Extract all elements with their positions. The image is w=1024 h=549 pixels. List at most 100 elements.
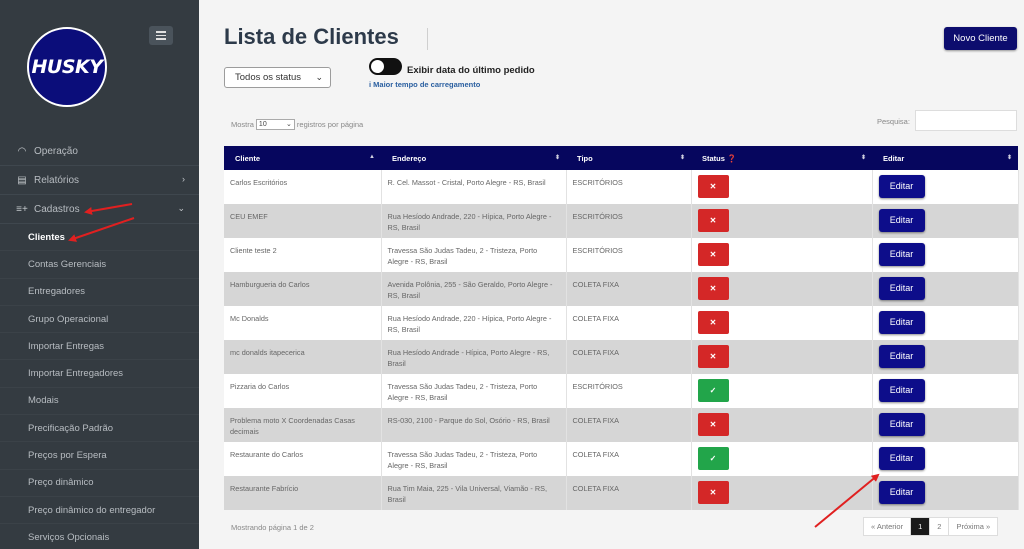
last-order-toggle-label: Exibir data do último pedido bbox=[407, 65, 535, 76]
cell-editar: Editar bbox=[872, 442, 1019, 476]
status-filter-select[interactable]: Todos os status ⌄ bbox=[224, 67, 331, 88]
status-filter-value: Todos os status bbox=[235, 72, 302, 83]
pagination: « Anterior 1 2 Próxima » bbox=[863, 517, 999, 536]
cell-editar: Editar bbox=[872, 476, 1019, 510]
sidebar-subitem-importar-entregadores[interactable]: Importar Entregadores bbox=[0, 360, 199, 388]
new-client-button[interactable]: Novo Cliente bbox=[944, 27, 1017, 50]
report-icon: ▤ bbox=[17, 174, 27, 186]
column-header-cliente[interactable]: Cliente ▲ bbox=[224, 146, 381, 170]
sort-icon: ⬍ bbox=[554, 155, 560, 161]
sort-asc-icon: ▲ bbox=[369, 154, 375, 160]
sidebar-subitem-entregadores[interactable]: Entregadores bbox=[0, 279, 199, 306]
status-toggle-button[interactable]: ✕ bbox=[697, 243, 729, 266]
logo-text: HUSKY bbox=[31, 56, 104, 78]
cell-endereco: Rua Hesíodo Andrade, 220 - Hípica, Porto… bbox=[381, 306, 567, 340]
edit-button[interactable]: Editar bbox=[878, 277, 925, 300]
sidebar-item-cadastros[interactable]: ≡+ Cadastros ⌄ bbox=[0, 195, 199, 224]
edit-button[interactable]: Editar bbox=[878, 311, 925, 334]
cell-editar: Editar bbox=[872, 340, 1019, 374]
pagination-prev-button[interactable]: « Anterior bbox=[864, 518, 912, 535]
menu-toggle-button[interactable] bbox=[149, 26, 173, 45]
sidebar-subitem-precificacao-padrao[interactable]: Precificação Padrão bbox=[0, 415, 199, 443]
cell-status: ✕ bbox=[691, 170, 873, 204]
edit-button[interactable]: Editar bbox=[878, 413, 925, 436]
husky-logo[interactable]: HUSKY bbox=[27, 27, 107, 107]
column-header-tipo[interactable]: Tipo ⬍ bbox=[566, 146, 691, 170]
sidebar-subitem-preco-dinamico[interactable]: Preço dinâmico bbox=[0, 470, 199, 497]
clients-table: Cliente ▲ Endereço ⬍ Tipo ⬍ Status ❓ ⬍ Edita… bbox=[224, 146, 1019, 510]
status-toggle-button[interactable]: ✕ bbox=[697, 175, 729, 198]
sidebar-subitem-precos-por-espera[interactable]: Preços por Espera bbox=[0, 442, 199, 470]
status-toggle-button[interactable]: ✕ bbox=[697, 481, 729, 504]
sidebar-item-label: Operação bbox=[34, 145, 78, 157]
sidebar-subitem-contas-gerenciais[interactable]: Contas Gerenciais bbox=[0, 251, 199, 279]
sidebar-item-operacao[interactable]: ◠ Operação bbox=[0, 137, 199, 166]
cell-status: ✓ bbox=[691, 374, 873, 408]
status-toggle-button[interactable]: ✕ bbox=[697, 311, 729, 334]
sidebar-subitem-grupo-operacional[interactable]: Grupo Operacional bbox=[0, 306, 199, 334]
cell-cliente: Cliente teste 2 bbox=[224, 238, 382, 272]
edit-button[interactable]: Editar bbox=[878, 175, 925, 198]
table-row: Mc Donalds Rua Hesíodo Andrade, 220 - Hí… bbox=[224, 306, 1019, 340]
cell-endereco: Travessa São Judas Tadeu, 2 - Tristeza, … bbox=[381, 442, 567, 476]
edit-button[interactable]: Editar bbox=[878, 379, 925, 402]
sidebar-subitem-clientes[interactable]: Clientes bbox=[0, 224, 199, 252]
hamburger-icon-line bbox=[156, 34, 166, 37]
cell-cliente: Hamburgueria do Carlos bbox=[224, 272, 382, 306]
pagination-next-button[interactable]: Próxima » bbox=[949, 518, 997, 535]
status-toggle-button[interactable]: ✕ bbox=[697, 345, 729, 368]
sidebar-subitem-servicos-opcionais[interactable]: Serviços Opcionais bbox=[0, 524, 199, 549]
cell-endereco: R. Cel. Massot - Cristal, Porto Alegre -… bbox=[381, 170, 567, 204]
cell-endereco: Rua Hesíodo Andrade, 220 - Hípica, Porto… bbox=[381, 204, 567, 238]
hamburger-icon bbox=[156, 31, 166, 33]
search-input[interactable] bbox=[915, 110, 1017, 131]
status-toggle-button[interactable]: ✕ bbox=[697, 277, 729, 300]
cell-tipo: ESCRITÓRIOS bbox=[566, 374, 692, 408]
table-row: Carlos Escritórios R. Cel. Massot - Cris… bbox=[224, 170, 1019, 204]
sidebar-subitem-modais[interactable]: Modais bbox=[0, 388, 199, 416]
edit-button[interactable]: Editar bbox=[878, 481, 925, 504]
last-order-toggle[interactable] bbox=[369, 58, 402, 75]
cell-status: ✕ bbox=[691, 408, 873, 442]
edit-button[interactable]: Editar bbox=[878, 209, 925, 232]
cell-editar: Editar bbox=[872, 272, 1019, 306]
cell-cliente: Carlos Escritórios bbox=[224, 170, 382, 204]
sidebar-subitem-importar-entregas[interactable]: Importar Entregas bbox=[0, 333, 199, 361]
chevron-down-icon: ⌄ bbox=[286, 121, 292, 128]
column-header-status[interactable]: Status ❓ ⬍ bbox=[691, 146, 872, 170]
edit-button[interactable]: Editar bbox=[878, 345, 925, 368]
edit-button[interactable]: Editar bbox=[878, 447, 925, 470]
cell-editar: Editar bbox=[872, 238, 1019, 272]
cell-editar: Editar bbox=[872, 204, 1019, 238]
cell-status: ✕ bbox=[691, 306, 873, 340]
column-header-label: Tipo bbox=[577, 153, 593, 163]
status-toggle-button[interactable]: ✓ bbox=[697, 447, 729, 470]
sidebar-item-relatorios[interactable]: ▤ Relatórios › bbox=[0, 166, 199, 195]
cell-status: ✕ bbox=[691, 340, 873, 374]
sidebar-subitem-preco-dinamico-entregador[interactable]: Preço dinâmico do entregador bbox=[0, 497, 199, 525]
title-divider bbox=[427, 28, 428, 50]
sort-icon: ⬍ bbox=[860, 155, 866, 161]
cell-tipo: COLETA FIXA bbox=[566, 340, 692, 374]
column-header-editar[interactable]: Editar ⬍ bbox=[872, 146, 1018, 170]
column-header-endereco[interactable]: Endereço ⬍ bbox=[381, 146, 566, 170]
cell-status: ✓ bbox=[691, 442, 873, 476]
sidebar-item-label: Cadastros bbox=[34, 203, 80, 215]
cell-endereco: Avenida Polônia, 255 - São Geraldo, Port… bbox=[381, 272, 567, 306]
edit-button[interactable]: Editar bbox=[878, 243, 925, 266]
sort-icon: ⬍ bbox=[679, 155, 685, 161]
status-toggle-button[interactable]: ✕ bbox=[697, 209, 729, 232]
help-icon[interactable]: ❓ bbox=[727, 154, 736, 163]
sidebar: HUSKY ◠ Operação ▤ Relatórios › ≡+ Cadas… bbox=[0, 0, 199, 549]
cell-endereco: Travessa São Judas Tadeu, 2 - Tristeza, … bbox=[381, 374, 567, 408]
status-toggle-button[interactable]: ✓ bbox=[697, 379, 729, 402]
pagination-page-1[interactable]: 1 bbox=[911, 518, 931, 535]
cell-tipo: ESCRITÓRIOS bbox=[566, 238, 692, 272]
pagination-page-2[interactable]: 2 bbox=[930, 518, 950, 535]
cell-endereco: Rua Tim Maia, 225 - Vila Universal, Viam… bbox=[381, 476, 567, 510]
page-length-select[interactable]: 10 ⌄ bbox=[255, 119, 295, 130]
column-header-label: Cliente bbox=[235, 153, 261, 163]
cell-cliente: Mc Donalds bbox=[224, 306, 382, 340]
status-toggle-button[interactable]: ✕ bbox=[697, 413, 729, 436]
load-time-note: i Maior tempo de carregamento bbox=[369, 80, 481, 89]
